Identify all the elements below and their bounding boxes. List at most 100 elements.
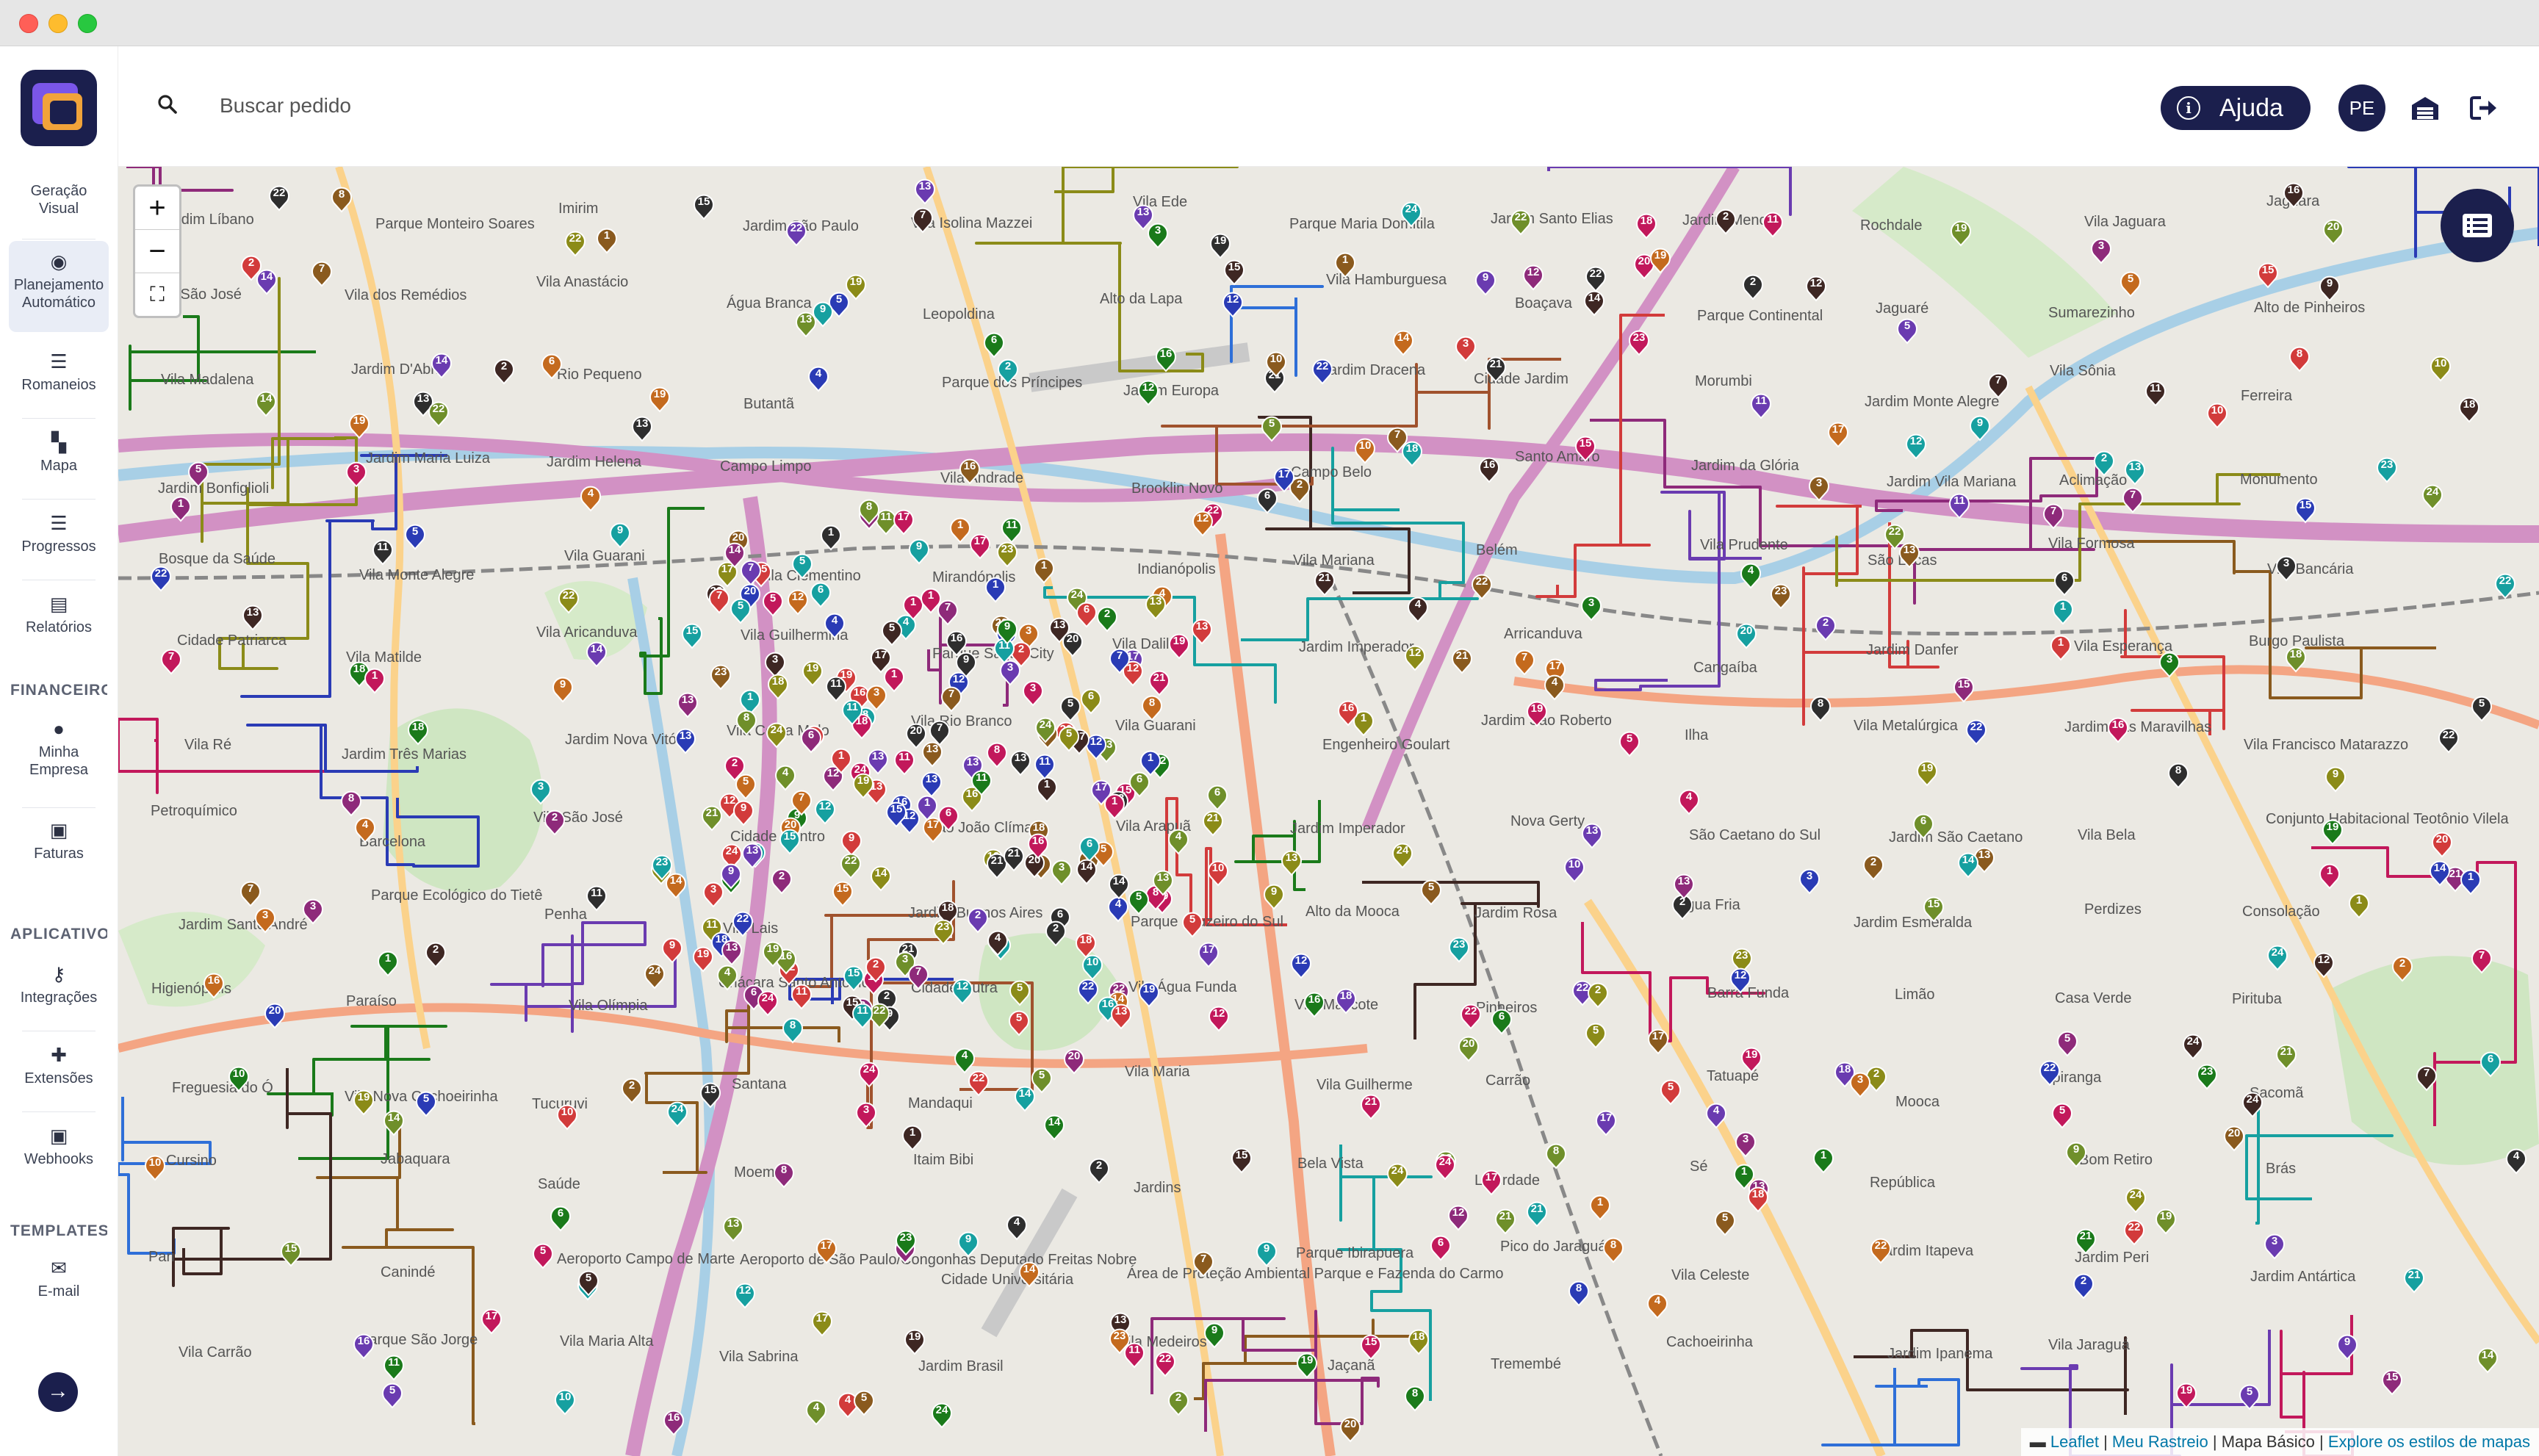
svg-text:1: 1 — [1361, 712, 1366, 724]
minimize-window-button[interactable] — [48, 14, 68, 33]
map-place-label: Jardim Três Marias — [342, 746, 467, 763]
webhook-icon: ▣ — [49, 1125, 68, 1147]
svg-text:5: 5 — [423, 1092, 429, 1105]
sidebar-item-webhooks[interactable]: ▣ Webhooks — [9, 1125, 109, 1184]
map-place-label: Pirituba — [2232, 991, 2283, 1007]
map-place-label: Cachoeirinha — [1666, 1334, 1754, 1350]
sidebar-item-faturas[interactable]: ▣ Faturas — [9, 820, 109, 879]
svg-text:24: 24 — [936, 1404, 948, 1416]
svg-text:6: 6 — [1214, 786, 1220, 799]
logout-icon[interactable] — [2469, 95, 2499, 121]
zoom-out-button[interactable]: − — [135, 230, 179, 273]
sidebar-item-geracao-visual[interactable]: ▰ Geração Visual — [9, 172, 109, 239]
sidebar-item-minha-empresa[interactable]: ● Minha Empresa — [9, 718, 109, 808]
svg-text:9: 9 — [2344, 1336, 2350, 1348]
svg-text:5: 5 — [1722, 1211, 1728, 1224]
svg-text:14: 14 — [729, 544, 741, 556]
svg-text:2: 2 — [629, 1079, 635, 1092]
svg-text:5: 5 — [389, 1384, 395, 1396]
svg-text:24: 24 — [2187, 1035, 2200, 1048]
svg-text:14: 14 — [260, 392, 273, 405]
map-place-label: Butantã — [743, 396, 795, 412]
svg-text:3: 3 — [2098, 239, 2104, 252]
sidebar-item-romaneios[interactable]: ☰ Romaneios — [9, 351, 109, 419]
sidebar-item-email[interactable]: ✉ E-mail — [9, 1258, 109, 1316]
svg-text:17: 17 — [1832, 423, 1845, 436]
svg-text:6: 6 — [991, 334, 997, 346]
map-place-label: Aeroporto de São Paulo/Congonhas Deputad… — [740, 1252, 1137, 1268]
sidebar-item-planejamento-automatico[interactable]: ◉ Planejamento Automático — [9, 241, 109, 332]
map-place-label: Jardim das Maravilhas — [2064, 719, 2211, 735]
map-place-label: Jardim Rosa — [1474, 905, 1557, 921]
sidebar-item-progressos[interactable]: ☰ Progressos — [9, 513, 109, 580]
svg-text:13: 13 — [2129, 461, 2142, 473]
map-place-label: Belém — [1476, 542, 1518, 558]
svg-text:2: 2 — [1595, 984, 1601, 996]
route-list-button[interactable] — [2441, 189, 2514, 262]
map-place-label: Parque Cruzeiro do Sul — [1131, 914, 1283, 930]
help-button[interactable]: i Ajuda — [2161, 86, 2311, 130]
svg-text:22: 22 — [273, 187, 286, 199]
sidebar-item-integracoes[interactable]: ⚷ Integrações — [9, 964, 109, 1031]
svg-text:12: 12 — [2318, 954, 2330, 966]
sidebar-item-relatorios[interactable]: ▤ Relatórios — [9, 594, 109, 652]
maximize-window-button[interactable] — [78, 14, 97, 33]
svg-text:17: 17 — [816, 1312, 829, 1325]
svg-text:21: 21 — [1531, 1203, 1544, 1215]
svg-text:19: 19 — [2327, 821, 2339, 833]
svg-text:20: 20 — [744, 585, 757, 597]
sidebar-item-label: Extensões — [24, 1070, 93, 1086]
map-place-label: Jardim Maria Luiza — [366, 450, 491, 466]
svg-text:15: 15 — [1958, 678, 1970, 691]
svg-text:10: 10 — [1359, 439, 1372, 452]
zoom-in-button[interactable]: + — [135, 187, 179, 230]
map-place-label: Cidade Universitária — [941, 1272, 1074, 1288]
map-place-label: Freguesia do Ó — [172, 1079, 273, 1096]
svg-text:5: 5 — [1593, 1024, 1599, 1037]
svg-text:12: 12 — [792, 591, 804, 603]
svg-text:14: 14 — [436, 354, 448, 367]
svg-text:5: 5 — [2064, 1032, 2070, 1045]
expand-sidebar-button[interactable]: → — [38, 1372, 78, 1412]
svg-text:15: 15 — [848, 967, 860, 979]
sidebar-item-mapa[interactable]: ▚ Mapa — [9, 432, 109, 500]
svg-text:18: 18 — [412, 721, 425, 733]
svg-text:23: 23 — [1736, 949, 1749, 962]
svg-text:7: 7 — [2479, 949, 2485, 962]
sidebar-item-extensoes[interactable]: ✚ Extensões — [9, 1045, 109, 1112]
svg-text:14: 14 — [591, 643, 603, 655]
svg-text:15: 15 — [890, 803, 903, 815]
close-window-button[interactable] — [19, 14, 38, 33]
avatar[interactable]: PE — [2338, 84, 2385, 131]
svg-text:2: 2 — [1723, 210, 1729, 223]
svg-text:24: 24 — [762, 992, 774, 1004]
map-canvas[interactable]: Jardim Líbano Parque Monteiro SoaresImiri… — [118, 167, 2539, 1456]
map-place-label: Bom Retiro — [2079, 1152, 2153, 1168]
svg-text:11: 11 — [976, 771, 987, 784]
meu-rastreio-link[interactable]: Meu Rastreio — [2112, 1432, 2208, 1451]
map-place-label: Cangaíba — [1693, 660, 1758, 676]
svg-text:9: 9 — [2333, 768, 2338, 780]
svg-text:13: 13 — [800, 313, 813, 325]
svg-text:23: 23 — [1775, 585, 1787, 597]
svg-text:14: 14 — [875, 867, 887, 879]
svg-text:19: 19 — [1654, 249, 1667, 262]
map-place-label: Vila Guarani — [564, 548, 645, 564]
sidebar-nav[interactable]: ▰ Geração Visual ◉ Planejamento Automáti… — [0, 167, 118, 1416]
svg-text:12: 12 — [739, 1284, 752, 1297]
help-label: Ajuda — [2219, 94, 2283, 122]
leaflet-link[interactable]: Leaflet — [2050, 1432, 2099, 1451]
svg-text:22: 22 — [1317, 360, 1329, 372]
route-map[interactable]: Jardim Líbano Parque Monteiro Soares Imiri… — [118, 167, 2539, 1456]
explore-styles-link[interactable]: Explore os estilos de mapas — [2328, 1432, 2530, 1451]
fullscreen-button[interactable]: ⛶ — [135, 273, 179, 316]
svg-text:3: 3 — [874, 686, 879, 699]
map-place-label: Vila dos Remédios — [345, 287, 467, 303]
svg-text:22: 22 — [1889, 525, 1901, 538]
map-place-label: Mooca — [1895, 1094, 1940, 1110]
search-input[interactable] — [218, 89, 882, 123]
svg-text:9: 9 — [1211, 1324, 1217, 1336]
warehouse-icon[interactable] — [2410, 95, 2440, 121]
svg-text:3: 3 — [1857, 1073, 1863, 1086]
app-logo[interactable] — [21, 70, 97, 146]
